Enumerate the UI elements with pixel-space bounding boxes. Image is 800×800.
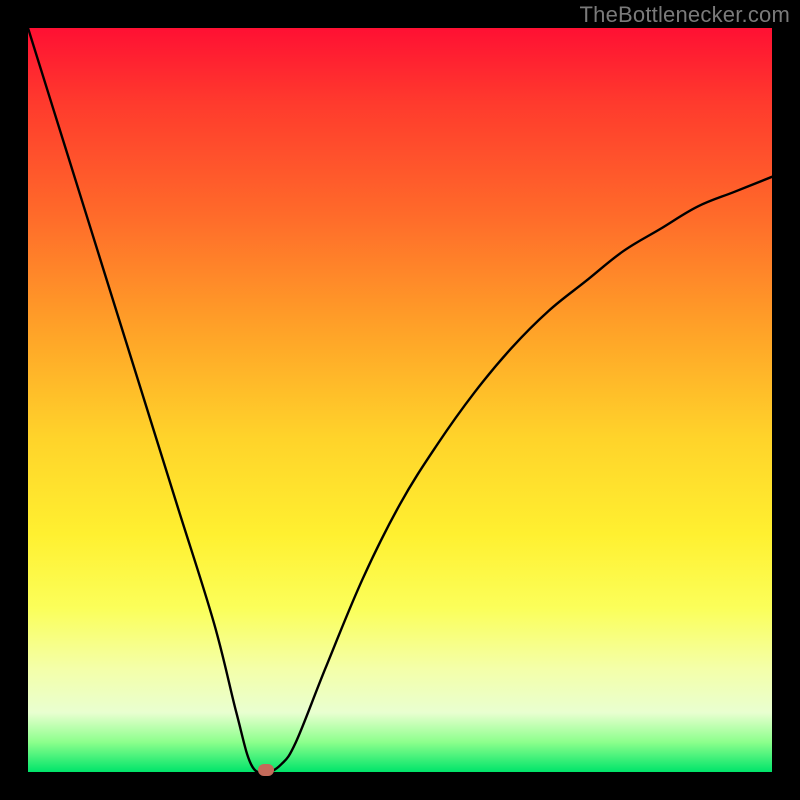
- optimal-marker: [258, 764, 274, 776]
- chart-frame: TheBottlenecker.com: [0, 0, 800, 800]
- watermark-text: TheBottlenecker.com: [580, 2, 790, 28]
- bottleneck-curve: [28, 28, 772, 772]
- plot-area: [28, 28, 772, 772]
